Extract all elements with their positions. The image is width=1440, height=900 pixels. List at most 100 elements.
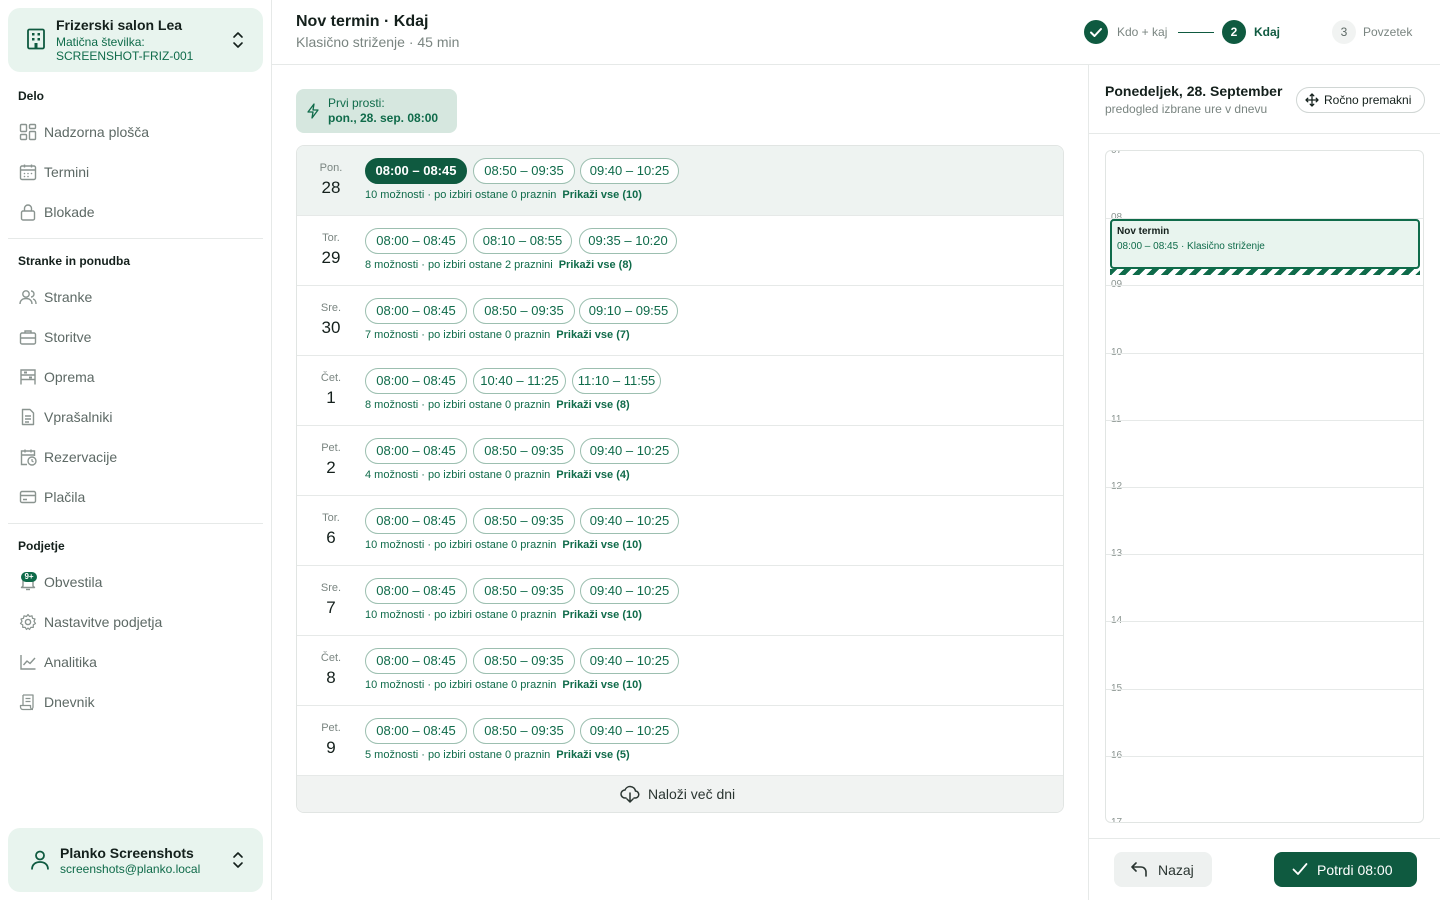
sidebar-item-equipment[interactable]: Oprema <box>8 359 263 395</box>
check-icon <box>1090 28 1102 37</box>
sidebar-item-notifications[interactable]: 9+ Obvestila <box>8 564 263 600</box>
day-row: Pet. 9 08:00 – 08:45 08:50 – 09:35 09:40 – 1… <box>297 706 1063 776</box>
time-slot-button[interactable]: 08:50 – 09:35 <box>473 718 575 744</box>
time-slot-button[interactable]: 11:10 – 11:55 <box>572 368 661 394</box>
lightning-icon <box>307 103 319 119</box>
equipment-icon <box>20 369 36 385</box>
org-name: Frizerski salon Lea <box>56 17 183 33</box>
time-slot-button[interactable]: 09:35 – 10:20 <box>579 228 677 254</box>
sidebar-item-services[interactable]: Storitve <box>8 319 263 355</box>
day-number: 1 <box>326 388 336 407</box>
day-meta: 8 možnosti · po izbiri ostane 2 praznini… <box>365 259 632 271</box>
time-slot-button[interactable]: 08:50 – 09:35 <box>473 578 575 604</box>
hour-line <box>1106 689 1423 690</box>
event-detail: 08:00 – 08:45 · Klasično striženje <box>1117 241 1265 252</box>
user-name: Planko Screenshots <box>60 845 194 861</box>
sidebar-divider <box>8 238 263 239</box>
time-slot-button[interactable]: 08:50 – 09:35 <box>473 438 575 464</box>
show-all-link[interactable]: Prikaži vse (4) <box>556 469 629 481</box>
day-row: Čet. 1 08:00 – 08:45 10:40 – 11:25 11:10 – 1… <box>297 356 1063 426</box>
back-button[interactable]: Nazaj <box>1114 852 1212 887</box>
show-all-link[interactable]: Prikaži vse (8) <box>556 399 629 411</box>
time-slot-button[interactable]: 08:00 – 08:45 <box>365 298 467 324</box>
show-all-link[interactable]: Prikaži vse (10) <box>562 539 642 551</box>
sidebar-item-label: Blokade <box>44 204 95 220</box>
time-slot-button[interactable]: 09:40 – 10:25 <box>580 578 679 604</box>
time-slot-button[interactable]: 09:40 – 10:25 <box>580 648 679 674</box>
day-weekday: Pon. <box>319 162 343 174</box>
time-slot-button[interactable]: 08:00 – 08:45 <box>365 368 467 394</box>
sidebar-item-label: Rezervacije <box>44 449 118 465</box>
time-slot-button[interactable]: 10:40 – 11:25 <box>473 368 566 394</box>
step-2-active[interactable]: 2 <box>1222 20 1246 44</box>
first-free-slot-button[interactable]: Prvi prosti: pon., 28. sep. 08:00 <box>296 89 457 133</box>
sidebar-item-payments[interactable]: Plačila <box>8 479 263 515</box>
time-slot-button[interactable]: 09:40 – 10:25 <box>580 438 679 464</box>
confirm-button[interactable]: Potrdi 08:00 <box>1274 852 1417 887</box>
user-icon <box>31 850 49 870</box>
sidebar-item-appointments[interactable]: Termini <box>8 154 263 190</box>
time-slot-button[interactable]: 09:40 – 10:25 <box>580 158 679 184</box>
load-more-label: Naloži več dni <box>648 786 736 802</box>
time-slot-button[interactable]: 08:00 – 08:45 <box>365 648 467 674</box>
time-slot-button[interactable]: 08:00 – 08:45 <box>365 578 467 604</box>
time-slot-button[interactable]: 08:10 – 08:55 <box>473 228 572 254</box>
show-all-link[interactable]: Prikaži vse (5) <box>556 749 629 761</box>
page-subtitle: Klasično striženje · 45 min <box>296 34 460 50</box>
day-number: 9 <box>326 738 336 757</box>
time-slot-button[interactable]: 09:40 – 10:25 <box>580 508 679 534</box>
sidebar-item-customers[interactable]: Stranke <box>8 279 263 315</box>
day-options-info: 10 možnosti · po izbiri ostane 0 praznin <box>365 539 557 551</box>
step-3-pending[interactable]: 3 <box>1332 20 1356 44</box>
time-slot-button[interactable]: 08:00 – 08:45 <box>365 438 467 464</box>
manual-move-button[interactable]: Ročno premakni <box>1296 87 1425 113</box>
page-header: Nov termin · Kdaj Klasično striženje · 4… <box>272 0 1440 65</box>
sidebar-item-log[interactable]: Dnevnik <box>8 684 263 720</box>
time-slot-button[interactable]: 08:50 – 09:35 <box>473 508 575 534</box>
new-appointment-event[interactable]: Nov termin 08:00 – 08:45 · Klasično stri… <box>1110 219 1420 269</box>
briefcase-icon <box>19 330 37 345</box>
sidebar-item-analytics[interactable]: Analitika <box>8 644 263 680</box>
notification-badge: 9+ <box>21 572 37 582</box>
day-row: Čet. 8 08:00 – 08:45 08:50 – 09:35 09:40 – 1… <box>297 636 1063 706</box>
org-switcher[interactable]: Frizerski salon Lea Matična številka: SC… <box>8 8 263 72</box>
time-slot-button[interactable]: 08:00 – 08:45 <box>365 228 467 254</box>
time-slot-button[interactable]: 08:00 – 08:45 <box>365 508 467 534</box>
day-options-info: 8 možnosti · po izbiri ostane 2 praznini <box>365 259 553 271</box>
first-free-value: pon., 28. sep. 08:00 <box>328 111 439 125</box>
load-more-days-button[interactable]: Naloži več dni <box>297 776 1063 812</box>
time-slot-button[interactable]: 08:00 – 08:45 <box>365 158 467 184</box>
hour-line <box>1106 621 1423 622</box>
step-1-done[interactable] <box>1084 20 1108 44</box>
day-options-info: 10 možnosti · po izbiri ostane 0 praznin <box>365 679 557 691</box>
show-all-link[interactable]: Prikaži vse (10) <box>562 189 642 201</box>
time-slot-button[interactable]: 08:50 – 09:35 <box>473 298 575 324</box>
show-all-link[interactable]: Prikaži vse (7) <box>556 329 629 341</box>
event-title: Nov termin <box>1117 226 1170 237</box>
show-all-link[interactable]: Prikaži vse (10) <box>562 609 642 621</box>
time-slot-button[interactable]: 08:00 – 08:45 <box>365 718 467 744</box>
sidebar-item-company-settings[interactable]: Nastavitve podjetja <box>8 604 263 640</box>
day-options-info: 10 možnosti · po izbiri ostane 0 praznin <box>365 189 557 201</box>
step-2-label: Kdaj <box>1254 25 1281 39</box>
time-slot-button[interactable]: 09:40 – 10:25 <box>580 718 679 744</box>
sidebar-item-blocks[interactable]: Blokade <box>8 194 263 230</box>
lock-icon <box>20 204 36 221</box>
time-slot-button[interactable]: 08:50 – 09:35 <box>473 158 575 184</box>
time-slot-button[interactable]: 09:10 – 09:55 <box>579 298 678 324</box>
sidebar-divider <box>8 523 263 524</box>
day-weekday: Pet. <box>321 722 341 734</box>
show-all-link[interactable]: Prikaži vse (8) <box>559 259 632 271</box>
sidebar: Frizerski salon Lea Matična številka: SC… <box>0 0 272 900</box>
user-menu[interactable]: Planko Screenshots screenshots@planko.lo… <box>8 828 263 892</box>
time-slot-button[interactable]: 08:50 – 09:35 <box>473 648 575 674</box>
day-number: 6 <box>326 528 336 547</box>
sidebar-item-reservations[interactable]: Rezervacije <box>8 439 263 475</box>
show-all-link[interactable]: Prikaži vse (10) <box>562 679 642 691</box>
sidebar-item-questionnaires[interactable]: Vprašalniki <box>8 399 263 435</box>
panel-divider <box>1089 133 1440 134</box>
sidebar-item-dashboard[interactable]: Nadzorna plošča <box>8 114 263 150</box>
hour-line <box>1106 285 1423 286</box>
users-icon <box>19 290 37 305</box>
chevron-up-down-icon <box>233 32 243 48</box>
